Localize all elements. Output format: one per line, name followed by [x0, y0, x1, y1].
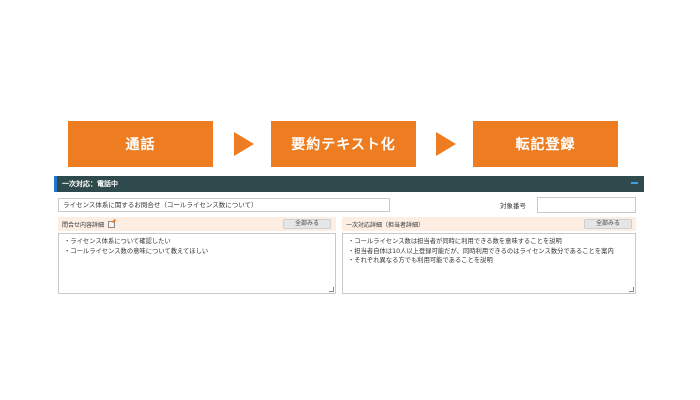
collapse-icon[interactable] — [631, 182, 638, 184]
resize-handle-icon[interactable] — [329, 287, 334, 292]
inquiry-label: 問合せ内容詳細 — [62, 221, 105, 229]
inquiry-textarea[interactable]: ・ライセンス体系について確認したい ・コールライセンス数の意味について教えてほし… — [58, 233, 336, 294]
resize-handle-icon[interactable] — [629, 287, 634, 292]
response-textarea[interactable]: ・コールライセンス数は担当者が同時に利用できる数を意味することを説明 ・担当者自… — [342, 233, 636, 294]
flow-step-call: 通話 — [68, 121, 213, 167]
response-label: 一次対応詳細（担当者詳細） — [346, 221, 425, 229]
response-line: ・担当者自体は10人以上登録可能だが、同時利用できるのはライセンス数分であること… — [348, 247, 614, 255]
inquiry-line: ・コールライセンス数の意味について教えてほしい — [64, 247, 209, 255]
edit-icon[interactable] — [108, 220, 116, 228]
arrow-right-icon — [436, 132, 456, 156]
panel-header: 一次対応：電話中 — [54, 176, 644, 192]
response-line: ・コールライセンス数は担当者が同時に利用できる数を意味することを説明 — [348, 238, 562, 245]
arrow-right-icon — [234, 132, 254, 156]
flow-step-register: 転記登録 — [473, 121, 618, 167]
panel-title: 一次対応：電話中 — [62, 180, 118, 188]
subject-field[interactable]: ライセンス体系に関するお問合せ（コールライセンス数について） — [58, 198, 390, 212]
response-line: ・それぞれ異なる方でも利用可能であることを説明 — [348, 257, 493, 264]
header-accent-bar — [54, 176, 57, 192]
target-number-input[interactable] — [537, 197, 636, 213]
target-number-label: 対象番号 — [500, 202, 526, 210]
flow-step-summarize: 要約テキスト化 — [271, 121, 416, 167]
inquiry-line: ・ライセンス体系について確認したい — [64, 238, 171, 245]
inquiry-show-all-button[interactable]: 全部みる — [283, 219, 331, 229]
response-show-all-button[interactable]: 全部みる — [584, 219, 632, 229]
